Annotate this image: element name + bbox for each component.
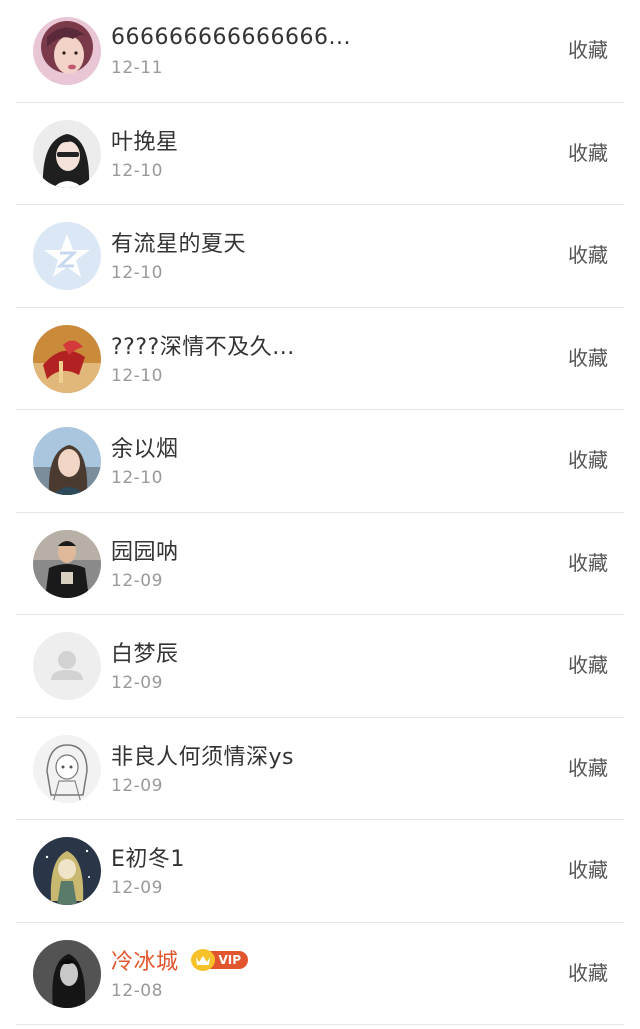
crown-icon xyxy=(190,948,215,971)
date: 12-10 xyxy=(111,160,163,181)
avatar[interactable] xyxy=(33,529,101,598)
avatar[interactable] xyxy=(33,837,101,905)
date: 12-08 xyxy=(111,980,163,1001)
username: 白梦辰 xyxy=(111,642,179,667)
username: E初冬1 xyxy=(111,847,185,872)
list-item[interactable]: 白梦辰 12-09 收藏 xyxy=(0,615,640,718)
favorite-button[interactable]: 收藏 xyxy=(568,752,608,781)
date: 12-09 xyxy=(111,775,163,796)
date: 12-10 xyxy=(111,365,163,386)
favorite-button[interactable]: 收藏 xyxy=(568,957,608,986)
list-item[interactable]: 非良人何须情深ys 12-09 收藏 xyxy=(0,718,640,821)
avatar[interactable] xyxy=(33,734,101,803)
username: 叶挽星 xyxy=(111,129,179,155)
favorite-button[interactable]: 收藏 xyxy=(568,444,608,473)
user-list: 666666666666666... 12-11 收藏 叶挽星 12-10 收藏 xyxy=(0,0,640,1025)
favorite-button[interactable]: 收藏 xyxy=(568,239,608,268)
list-item[interactable]: ????深情不及久... 12-10 收藏 xyxy=(0,308,640,411)
list-item[interactable]: E初冬1 12-09 收藏 xyxy=(0,820,640,923)
list-item[interactable]: 666666666666666... 12-11 收藏 xyxy=(0,0,640,103)
date: 12-09 xyxy=(111,878,163,898)
list-item[interactable]: 有流星的夏天 12-10 收藏 xyxy=(0,205,640,308)
favorite-button[interactable]: 收藏 xyxy=(568,342,608,371)
avatar[interactable] xyxy=(33,939,101,1008)
favorite-button[interactable]: 收藏 xyxy=(568,34,608,63)
username: ????深情不及久... xyxy=(111,334,295,360)
vip-badge: VIP xyxy=(190,948,249,971)
username: 666666666666666... xyxy=(111,24,351,50)
date: 12-09 xyxy=(111,673,163,693)
list-item[interactable]: 冷冰城 VIP 12-08 收藏 xyxy=(0,923,640,1026)
avatar[interactable] xyxy=(33,17,101,85)
date: 12-09 xyxy=(111,570,163,591)
favorite-button[interactable]: 收藏 xyxy=(568,137,608,166)
date: 12-10 xyxy=(111,468,163,488)
avatar[interactable] xyxy=(33,632,101,700)
avatar[interactable] xyxy=(33,324,101,393)
username: 有流星的夏天 xyxy=(111,232,247,257)
username: 余以烟 xyxy=(111,437,179,462)
favorite-button[interactable]: 收藏 xyxy=(568,547,608,576)
avatar[interactable] xyxy=(33,222,101,290)
date: 12-10 xyxy=(111,263,163,283)
username: 冷冰城 xyxy=(111,949,179,975)
username: 园园呐 xyxy=(111,539,179,565)
avatar[interactable] xyxy=(33,427,101,495)
list-item[interactable]: 园园呐 12-09 收藏 xyxy=(0,513,640,616)
username: 非良人何须情深ys xyxy=(111,744,294,770)
list-item[interactable]: 叶挽星 12-10 收藏 xyxy=(0,103,640,206)
favorite-button[interactable]: 收藏 xyxy=(568,854,608,883)
list-item[interactable]: 余以烟 12-10 收藏 xyxy=(0,410,640,513)
favorite-button[interactable]: 收藏 xyxy=(568,649,608,678)
avatar[interactable] xyxy=(33,119,101,188)
date: 12-11 xyxy=(111,58,163,78)
